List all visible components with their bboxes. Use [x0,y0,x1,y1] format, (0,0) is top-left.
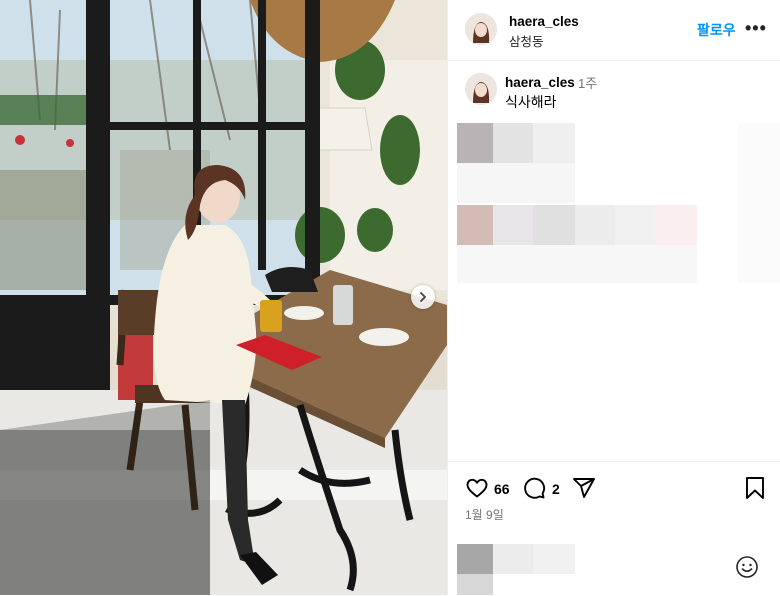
post-header: haera_cles 삼청동 팔로우 ••• [448,0,780,61]
next-photo-button[interactable] [411,285,435,309]
caption-timestamp[interactable]: 1주 [578,73,597,92]
caption-avatar[interactable] [465,73,497,105]
share-icon [572,478,596,504]
author-username[interactable]: haera_cles [509,14,579,29]
caption-text: 식사해라 [505,94,557,110]
comments-count[interactable]: 2 [552,481,560,497]
follow-button[interactable]: 팔로우 [697,20,736,40]
post-sidebar: haera_cles 삼청동 팔로우 ••• haera_cles 1주 식사해… [447,0,780,595]
comment-icon [522,477,546,504]
comment-button[interactable] [522,476,546,505]
post-location[interactable]: 삼청동 [509,31,544,50]
bookmark-icon [744,477,766,504]
like-button[interactable] [465,476,489,505]
emoji-icon [735,556,759,583]
post-photo [0,0,447,595]
share-button[interactable] [572,476,596,505]
save-button[interactable] [744,476,766,505]
emoji-button[interactable] [735,555,759,584]
more-icon: ••• [745,18,767,38]
caption-username[interactable]: haera_cles [505,75,575,90]
chevron-right-icon [417,291,429,303]
likes-count[interactable]: 66 [494,481,510,497]
post-date[interactable]: 1월 9일 [465,506,504,523]
more-options-button[interactable]: ••• [745,18,767,39]
heart-icon [465,478,489,504]
author-avatar[interactable] [465,13,497,45]
cafe-photo-illustration [0,0,447,595]
